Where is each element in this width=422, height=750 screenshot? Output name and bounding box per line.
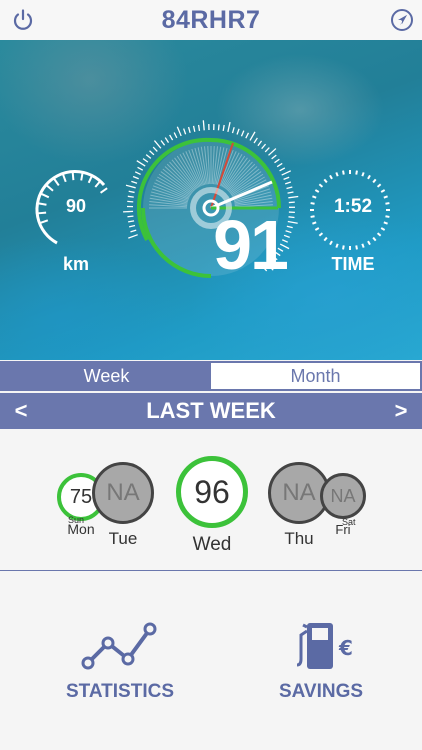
day-score-tue[interactable]: NA [92, 462, 154, 524]
distance-unit: km [62, 254, 89, 274]
currency-symbol: € [338, 636, 353, 660]
day-score-wed-value: 96 [194, 473, 230, 510]
daily-scores: 75 Sun Mon NA Tue 96 Wed NA Thu NA Sat F… [0, 429, 422, 571]
dashboard-hero: 90 km 91 1:52 TIME [0, 40, 422, 360]
day-label-thu: Thu [284, 529, 314, 548]
savings-label: SAVINGS [278, 681, 364, 702]
distance-value: 90 [65, 196, 87, 216]
day-score-sat[interactable]: NA [320, 473, 366, 519]
tab-week[interactable]: Week [2, 363, 211, 389]
time-value: 1:52 [333, 196, 373, 217]
period-tabs: Week Month [0, 361, 422, 391]
day-score-thu-value: NA [282, 479, 316, 506]
next-period-button[interactable]: > [386, 393, 416, 429]
time-unit: TIME [331, 254, 375, 274]
tab-month[interactable]: Month [211, 363, 420, 389]
day-label-fri: Fri [335, 522, 351, 537]
score-value: 91 [213, 206, 289, 284]
bottom-actions: STATISTICS € SAVINGS [0, 571, 422, 750]
day-label-mon: Mon [67, 521, 95, 537]
day-score-sat-value: NA [330, 485, 356, 506]
previous-period-button[interactable]: < [6, 393, 36, 429]
period-title: LAST WEEK [146, 398, 276, 423]
day-label-wed: Wed [192, 534, 232, 555]
period-header: < LAST WEEK > [0, 393, 422, 429]
statistics-button[interactable]: STATISTICS [35, 611, 205, 721]
top-bar: 84RHR7 [0, 0, 422, 40]
navigation-icon[interactable] [390, 8, 414, 32]
day-score-sun-value: 75 [69, 485, 93, 508]
savings-button[interactable]: € SAVINGS [236, 611, 406, 721]
vehicle-title: 84RHR7 [161, 5, 261, 34]
statistics-label: STATISTICS [65, 681, 175, 702]
day-label-tue: Tue [108, 529, 138, 548]
day-score-tue-value: NA [106, 479, 140, 506]
power-icon[interactable] [11, 8, 35, 32]
statistics-chart-icon [81, 622, 157, 670]
day-score-wed[interactable]: 96 [176, 456, 248, 528]
fuel-pump-icon: € [296, 623, 353, 669]
